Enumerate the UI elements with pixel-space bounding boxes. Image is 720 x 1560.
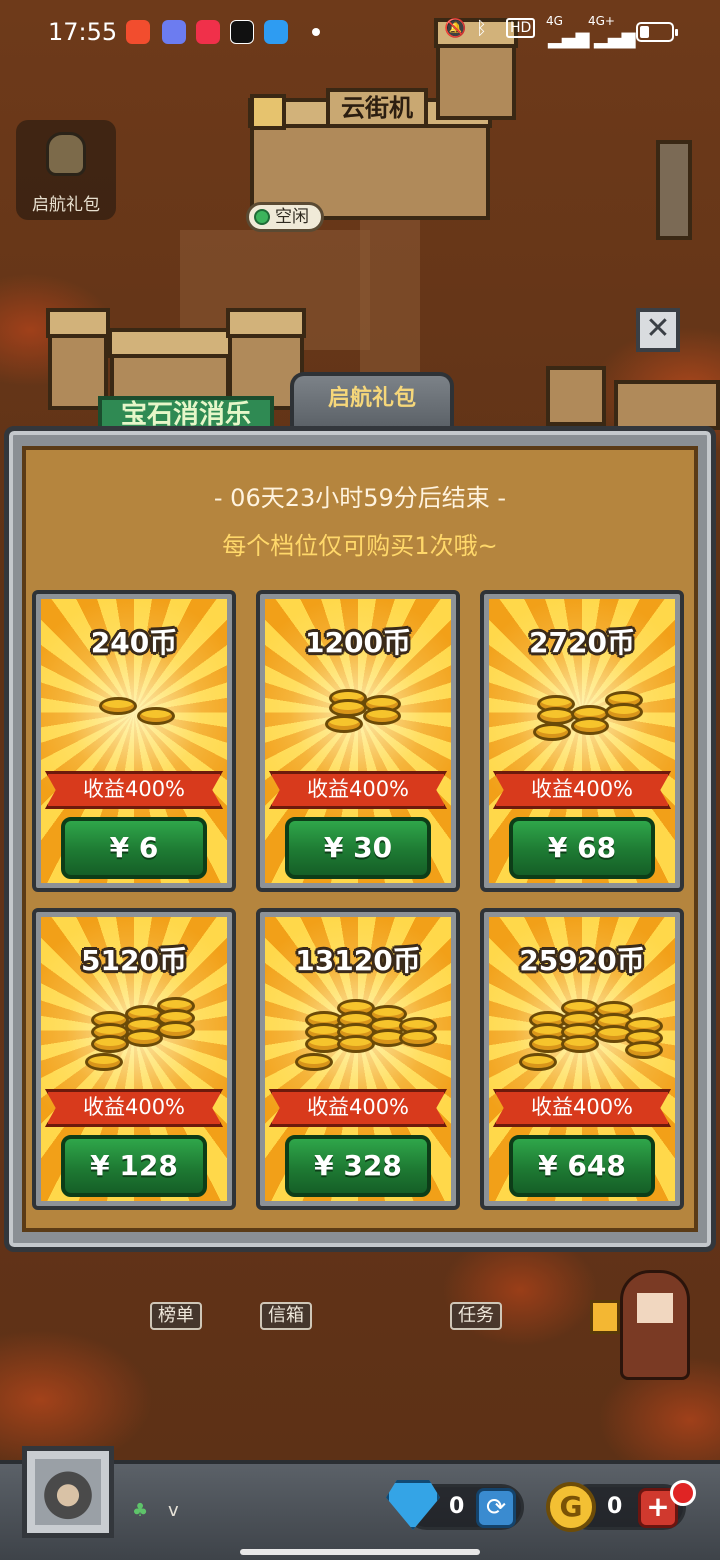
gift-pack-card: 240币 收益400% ¥ 6 — [32, 590, 236, 892]
panel-tab-launch-gift: 启航礼包 — [290, 372, 454, 430]
shop-building — [546, 366, 606, 426]
launch-gift-label: 启航礼包 — [32, 195, 100, 215]
gift-pack-card: 5120币 收益400% ¥ 128 — [32, 908, 236, 1210]
status-bar: 17:55 🔕 ᛒ HD 4G ▂▄▆ 4G+ ▂▄▆ — [0, 0, 720, 64]
bridge-structure — [656, 140, 692, 240]
tasks-label[interactable]: 任务 — [450, 1302, 502, 1330]
buy-button[interactable]: ¥ 6 — [61, 817, 207, 879]
close-icon: ✕ — [645, 311, 671, 346]
bag-icon — [46, 132, 86, 176]
sprout-icon: ♣ — [132, 1500, 149, 1521]
buy-button[interactable]: ¥ 68 — [509, 817, 655, 879]
buy-button[interactable]: ¥ 328 — [285, 1135, 431, 1197]
gift-pack-card: 1200币 收益400% ¥ 30 — [256, 590, 460, 892]
refresh-icon: ⟳ — [485, 1493, 507, 1521]
app-notification-icon — [196, 20, 220, 44]
buy-button[interactable]: ¥ 128 — [61, 1135, 207, 1197]
gold-count: 0 — [607, 1494, 623, 1519]
app-notification-icon — [264, 20, 288, 44]
coins-icon — [489, 679, 675, 769]
arcade-status-label: 空闲 — [275, 207, 309, 227]
pack-coin-amount: 240币 — [90, 626, 178, 659]
coins-icon — [41, 679, 227, 769]
mailbox-label[interactable]: 信箱 — [260, 1302, 312, 1330]
buy-button[interactable]: ¥ 30 — [285, 817, 431, 879]
signal-icon: ▂▄▆ — [594, 28, 636, 49]
gift-pack-card: 2720币 收益400% ¥ 68 — [480, 590, 684, 892]
close-button[interactable]: ✕ — [636, 308, 680, 352]
mute-icon: 🔕 — [444, 18, 467, 39]
more-notifications-icon — [312, 28, 320, 36]
network-label: 4G — [546, 14, 563, 28]
hd-badge: HD — [506, 18, 536, 38]
buy-button[interactable]: ¥ 648 — [509, 1135, 655, 1197]
pack-coin-amount: 13120币 — [295, 944, 421, 977]
clock: 17:55 — [48, 18, 118, 46]
countdown-text: - 06天23小时59分后结束 - — [213, 484, 507, 512]
pack-coin-amount: 1200币 — [305, 626, 411, 659]
pack-coin-amount: 5120币 — [81, 944, 187, 977]
bluetooth-icon: ᛒ — [476, 18, 487, 39]
home-indicator[interactable] — [240, 1549, 480, 1555]
bonus-ribbon: 收益400% — [45, 771, 223, 809]
beer-mug-icon — [590, 1300, 620, 1334]
purchase-limit-note: 每个档位仅可购买1次哦~ — [222, 532, 498, 560]
battery-icon — [636, 22, 678, 42]
tiktok-icon — [230, 20, 254, 44]
network-label: 4G+ — [588, 14, 615, 28]
gem-count: 0 — [449, 1494, 465, 1519]
map-road — [360, 200, 420, 380]
coins-icon — [265, 679, 451, 769]
gift-pack-card: 13120币 收益400% ¥ 328 — [256, 908, 460, 1210]
app-notification-icon — [126, 20, 150, 44]
bonus-ribbon: 收益400% — [493, 771, 671, 809]
beer-sign-icon — [250, 94, 286, 130]
pack-coin-amount: 25920币 — [519, 944, 645, 977]
shop-building — [614, 380, 720, 430]
coins-icon — [265, 997, 451, 1087]
app-notification-icon — [162, 20, 186, 44]
signal-icon: ▂▄▆ — [548, 28, 590, 49]
gold-coin-icon: G — [546, 1482, 596, 1532]
gem-exchange-button[interactable]: ⟳ — [476, 1488, 516, 1528]
player-avatar[interactable] — [22, 1446, 114, 1538]
arcade-sign: 云街机 — [326, 88, 428, 128]
bonus-ribbon: 收益400% — [269, 771, 447, 809]
leaderboard-label[interactable]: 榜单 — [150, 1302, 202, 1330]
idle-dot-icon — [254, 209, 270, 225]
player-level: v — [168, 1500, 179, 1521]
battery-level — [640, 26, 649, 38]
plus-icon: + — [646, 1490, 670, 1523]
arcade-status: 空闲 — [246, 202, 324, 232]
bonus-ribbon: 收益400% — [45, 1089, 223, 1127]
notification-dot — [670, 1480, 696, 1506]
bonus-ribbon: 收益400% — [269, 1089, 447, 1127]
pack-coin-amount: 2720币 — [529, 626, 635, 659]
gift-pack-card: 25920币 收益400% ¥ 648 — [480, 908, 684, 1210]
barmaid-character[interactable] — [620, 1270, 690, 1380]
launch-gift-button[interactable]: 启航礼包 — [16, 120, 116, 220]
coins-icon — [489, 997, 675, 1087]
coins-icon — [41, 997, 227, 1087]
bonus-ribbon: 收益400% — [493, 1089, 671, 1127]
